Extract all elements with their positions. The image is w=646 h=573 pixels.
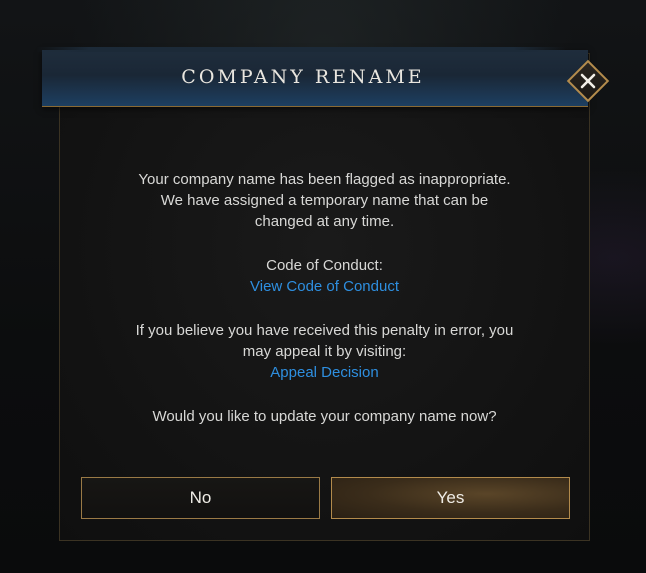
dialog-title: COMPANY RENAME xyxy=(181,66,425,88)
close-icon xyxy=(580,73,596,89)
no-button-label: No xyxy=(189,488,212,507)
code-of-conduct-label: Code of Conduct: xyxy=(266,257,383,274)
yes-button[interactable]: Yes xyxy=(331,477,570,519)
close-button[interactable] xyxy=(566,59,610,103)
flag-message-line-2: We have assigned a temporary name that c… xyxy=(160,192,489,209)
dialog-header: COMPANY RENAME xyxy=(36,47,588,107)
flag-message-line-1: Your company name has been flagged as in… xyxy=(138,171,511,188)
view-code-of-conduct-link[interactable]: View Code of Conduct xyxy=(250,278,399,295)
flag-message-line-3: changed at any time. xyxy=(254,213,395,230)
appeal-message-line-1: If you believe you have received this pe… xyxy=(135,322,514,339)
company-rename-dialog xyxy=(59,53,590,541)
appeal-decision-link[interactable]: Appeal Decision xyxy=(270,364,378,381)
no-button[interactable]: No xyxy=(81,477,320,519)
update-question: Would you like to update your company na… xyxy=(152,408,497,425)
flag-message: Your company name has been flagged as in… xyxy=(59,169,590,232)
appeal-section: If you believe you have received this pe… xyxy=(59,320,590,383)
game-scene: COMPANY RENAME Your company name has bee… xyxy=(0,0,646,573)
yes-button-label: Yes xyxy=(436,488,465,507)
code-of-conduct-section: Code of Conduct: View Code of Conduct xyxy=(59,255,590,297)
appeal-message-line-2: may appeal it by visiting: xyxy=(242,343,407,360)
